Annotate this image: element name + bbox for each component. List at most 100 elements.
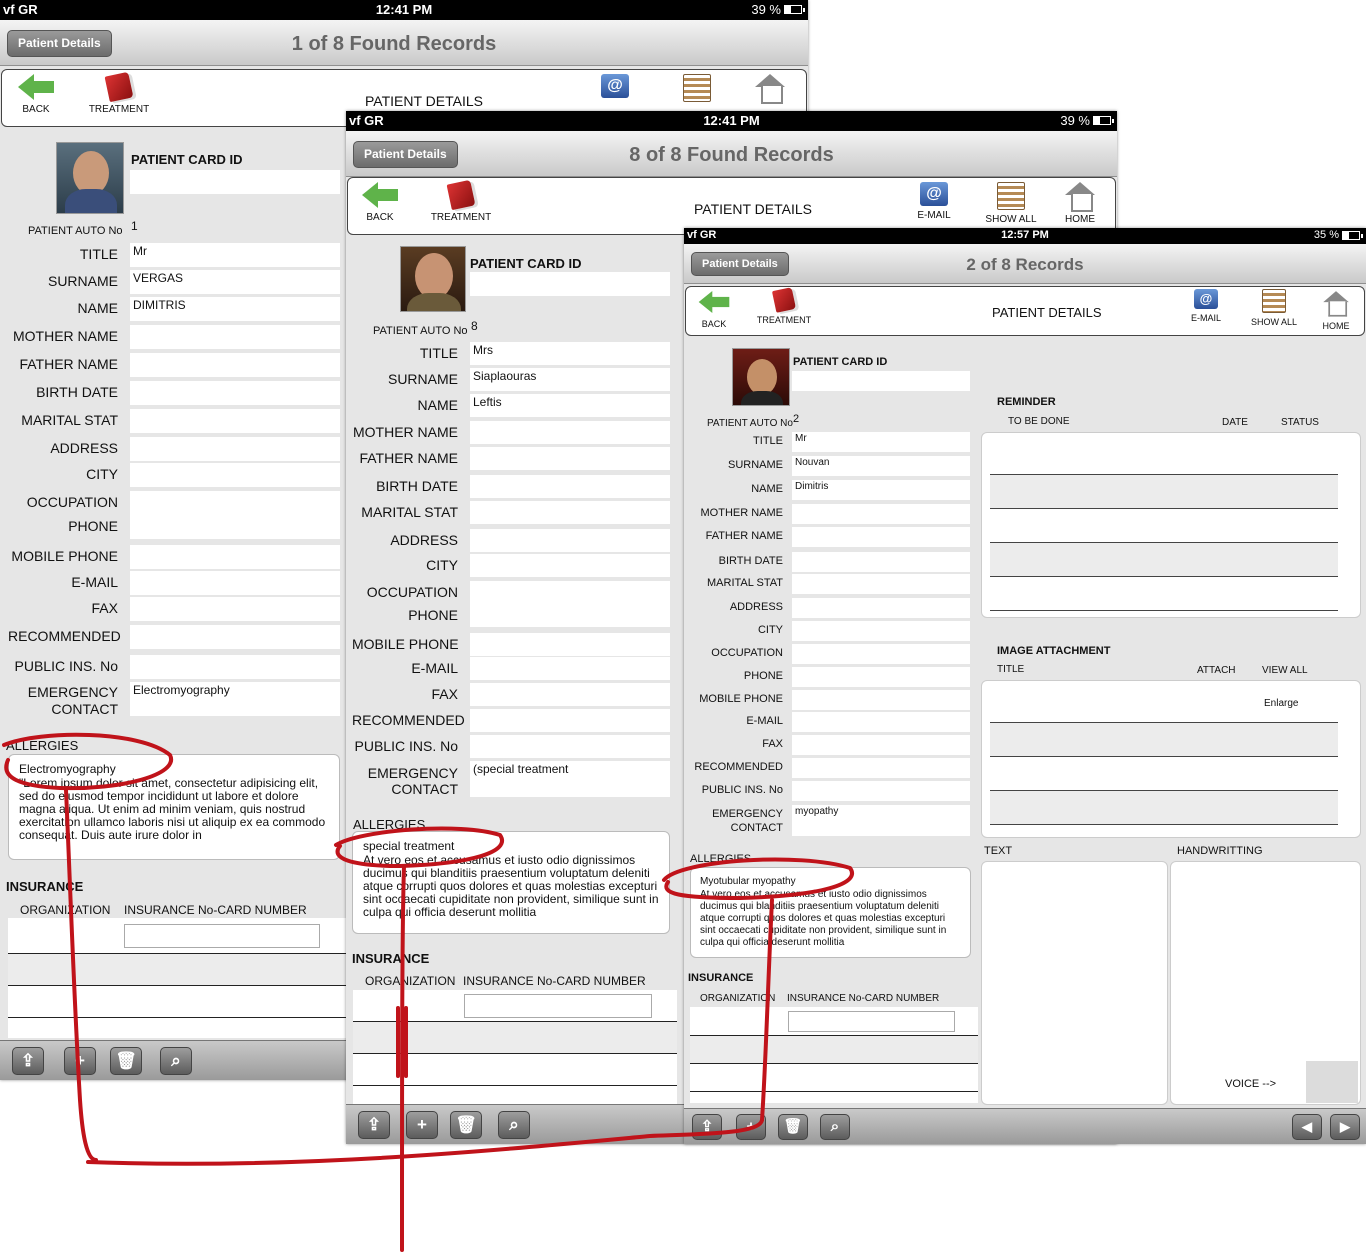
table-row[interactable] xyxy=(690,1036,978,1064)
field-input[interactable]: Siaplaouras xyxy=(470,368,670,391)
field-input[interactable] xyxy=(792,667,970,687)
field-input[interactable] xyxy=(470,447,670,470)
field-input[interactable] xyxy=(130,655,340,679)
text-panel[interactable] xyxy=(981,861,1168,1105)
back-button[interactable]: BACK xyxy=(16,74,56,115)
next-record-button[interactable]: ▶ xyxy=(1330,1114,1360,1140)
field-input[interactable] xyxy=(470,633,670,656)
field-input[interactable] xyxy=(130,571,340,595)
trash-button[interactable]: 🗑 xyxy=(110,1047,142,1075)
field-input[interactable] xyxy=(792,574,970,594)
treatment-button[interactable]: TREATMENT xyxy=(426,179,496,223)
patient-card-id-field[interactable] xyxy=(792,371,970,391)
patient-card-id-field[interactable] xyxy=(130,170,340,194)
field-input[interactable]: Mrs xyxy=(470,342,670,365)
treatment-button[interactable]: TREATMENT xyxy=(84,71,154,115)
email-button[interactable]: @ E-MAIL xyxy=(1186,289,1226,323)
reminder-row[interactable] xyxy=(990,577,1338,611)
field-input[interactable]: Leftis xyxy=(470,394,670,417)
field-input[interactable] xyxy=(792,598,970,618)
field-input[interactable] xyxy=(130,409,340,433)
email-button[interactable]: @ xyxy=(598,74,632,102)
field-input[interactable] xyxy=(470,735,670,758)
table-row[interactable] xyxy=(8,954,346,986)
table-row[interactable] xyxy=(8,918,346,954)
attachment-row[interactable] xyxy=(990,757,1338,791)
add-button[interactable]: + xyxy=(736,1114,766,1140)
emergency-contact-field[interactable]: myopathy xyxy=(792,805,970,836)
field-input[interactable]: Dimitris xyxy=(792,480,970,500)
email-button[interactable]: @ E-MAIL xyxy=(912,182,956,221)
field-input[interactable] xyxy=(792,621,970,641)
field-input[interactable] xyxy=(792,527,970,547)
field-input[interactable] xyxy=(792,781,970,801)
show-all-button[interactable]: SHOW ALL xyxy=(1248,289,1300,327)
field-input[interactable] xyxy=(130,545,340,569)
search-button[interactable]: ⌕ xyxy=(498,1111,530,1139)
field-input[interactable] xyxy=(130,491,340,515)
table-row[interactable] xyxy=(353,1054,677,1086)
field-input[interactable] xyxy=(470,529,670,552)
field-input[interactable]: DIMITRIS xyxy=(130,297,340,321)
field-input[interactable] xyxy=(470,683,670,706)
field-input[interactable] xyxy=(130,325,340,349)
previous-record-button[interactable]: ◀ xyxy=(1292,1114,1322,1140)
table-row[interactable] xyxy=(690,1064,978,1092)
trash-button[interactable]: 🗑 xyxy=(450,1111,482,1139)
search-button[interactable]: ⌕ xyxy=(820,1114,850,1140)
field-input[interactable] xyxy=(470,581,670,604)
back-button[interactable]: BACK xyxy=(360,182,400,223)
share-button[interactable]: ⇪ xyxy=(358,1111,390,1139)
back-button[interactable]: BACK xyxy=(696,289,732,329)
enlarge-link[interactable]: Enlarge xyxy=(1264,698,1298,709)
attachment-row[interactable]: Enlarge xyxy=(990,687,1338,723)
field-input[interactable] xyxy=(470,475,670,498)
share-button[interactable]: ⇪ xyxy=(692,1114,722,1140)
field-input[interactable] xyxy=(130,463,340,487)
voice-record-area[interactable] xyxy=(1306,1061,1358,1103)
attachment-row[interactable] xyxy=(990,723,1338,757)
field-input[interactable] xyxy=(130,515,340,539)
trash-button[interactable]: 🗑 xyxy=(778,1114,808,1140)
table-row[interactable] xyxy=(353,990,677,1022)
field-input[interactable] xyxy=(470,554,670,577)
attachment-row[interactable] xyxy=(990,791,1338,825)
allergies-textarea[interactable]: Electromyography "Lorem ipsum dolor sit … xyxy=(8,754,340,860)
attachment-col-view-all[interactable]: VIEW ALL xyxy=(1262,665,1308,676)
show-all-button[interactable]: SHOW ALL xyxy=(982,182,1040,225)
home-button[interactable] xyxy=(753,74,787,106)
field-input[interactable] xyxy=(470,657,670,680)
reminder-row[interactable] xyxy=(990,509,1338,543)
emergency-contact-field[interactable]: (special treatment xyxy=(470,761,670,797)
field-input[interactable] xyxy=(792,758,970,778)
field-input[interactable] xyxy=(130,353,340,377)
emergency-contact-field[interactable]: Electromyography xyxy=(130,682,340,716)
field-input[interactable] xyxy=(792,644,970,664)
field-input[interactable] xyxy=(130,597,340,621)
insurance-number-input[interactable] xyxy=(788,1011,955,1032)
table-row[interactable] xyxy=(8,986,346,1018)
field-input[interactable] xyxy=(470,709,670,732)
home-button[interactable]: HOME xyxy=(1318,289,1354,331)
add-button[interactable]: + xyxy=(406,1111,438,1139)
field-input[interactable] xyxy=(130,437,340,461)
table-row[interactable] xyxy=(353,1022,677,1054)
field-input[interactable] xyxy=(470,501,670,524)
field-input[interactable]: Mr xyxy=(792,432,970,452)
field-input[interactable]: Mr xyxy=(130,243,340,267)
allergies-textarea[interactable]: Myotubular myopathy At vero eos et accus… xyxy=(690,867,971,958)
show-all-button[interactable] xyxy=(680,74,714,106)
field-input[interactable] xyxy=(130,625,340,649)
insurance-number-input[interactable] xyxy=(464,994,652,1018)
field-input[interactable] xyxy=(792,735,970,755)
patient-card-id-field[interactable] xyxy=(470,272,670,296)
treatment-button[interactable]: TREATMENT xyxy=(752,287,816,325)
field-input[interactable] xyxy=(792,690,970,710)
field-input[interactable] xyxy=(470,421,670,444)
reminder-row[interactable] xyxy=(990,475,1338,509)
home-button[interactable]: HOME xyxy=(1060,182,1100,225)
table-row[interactable] xyxy=(690,1007,978,1036)
share-button[interactable]: ⇪ xyxy=(12,1047,44,1075)
field-input[interactable] xyxy=(792,552,970,572)
handwriting-panel[interactable]: VOICE --> xyxy=(1170,861,1361,1105)
